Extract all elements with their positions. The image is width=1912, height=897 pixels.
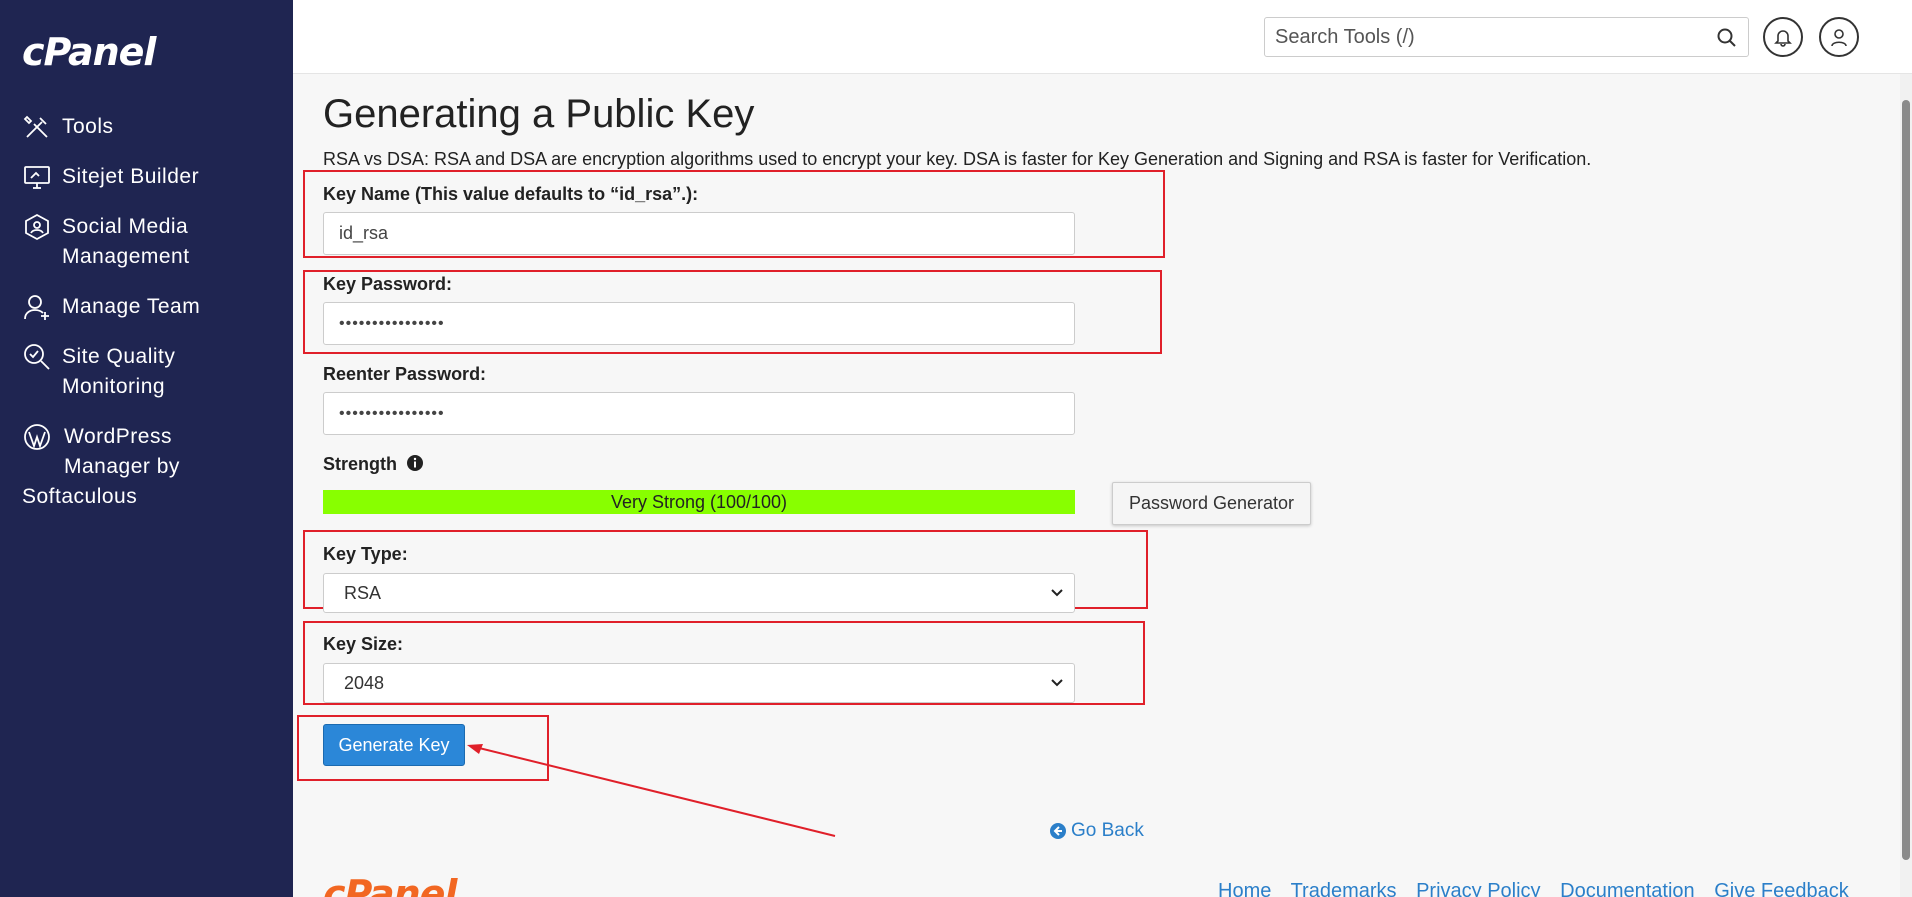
monitor-icon — [22, 162, 52, 192]
arrow-left-circle-icon — [1050, 823, 1066, 839]
search-icon[interactable] — [1716, 27, 1738, 49]
user-icon — [1831, 29, 1847, 47]
footer-link-give-feedback[interactable]: Give Feedback — [1714, 880, 1849, 897]
key-type-select[interactable]: RSA — [323, 573, 1075, 613]
strength-label: Strength — [323, 454, 424, 475]
key-password-label: Key Password: — [323, 274, 453, 294]
search-box[interactable] — [1264, 17, 1749, 57]
footer-link-privacy-policy[interactable]: Privacy Policy — [1416, 880, 1540, 897]
go-back-link[interactable]: Go Back — [1049, 820, 1144, 842]
footer-links: Home Trademarks Privacy Policy Documenta… — [1218, 880, 1863, 897]
sidebar-item-label: Sitejet Builder — [62, 165, 200, 188]
footer-link-trademarks[interactable]: Trademarks — [1291, 880, 1397, 897]
cpanel-logo[interactable]: cPanel — [22, 30, 156, 74]
bell-icon — [1774, 30, 1792, 47]
generate-key-button[interactable]: Generate Key — [323, 724, 465, 766]
key-password-input[interactable]: •••••••••••••••• — [323, 302, 1075, 345]
sidebar-item-site-quality[interactable]: Site Quality Monitoring — [22, 342, 282, 402]
sidebar: cPanel Tools Sitejet Builder Social Medi… — [0, 0, 293, 897]
sidebar-item-sitejet[interactable]: Sitejet Builder — [22, 162, 282, 192]
chevron-down-icon — [1051, 589, 1063, 597]
sidebar-item-social-media[interactable]: Social Media Management — [22, 212, 282, 272]
footer-link-documentation[interactable]: Documentation — [1560, 880, 1695, 897]
info-icon[interactable] — [406, 454, 424, 472]
social-icon — [22, 212, 52, 242]
sidebar-nav: Tools Sitejet Builder Social Media Manag… — [22, 112, 282, 532]
team-icon — [22, 292, 52, 322]
password-generator-button[interactable]: Password Generator — [1112, 482, 1311, 525]
sidebar-item-label-line3: Softaculous — [22, 485, 138, 508]
notifications-button[interactable] — [1763, 17, 1803, 57]
reenter-password-label: Reenter Password: — [323, 364, 487, 384]
key-size-label: Key Size: — [323, 634, 404, 654]
sidebar-item-label: Manage Team — [62, 295, 201, 318]
footer-link-home[interactable]: Home — [1218, 880, 1271, 897]
search-quality-icon — [22, 342, 52, 372]
sidebar-item-wordpress[interactable]: WordPress Manager by Softaculous — [22, 422, 282, 512]
sidebar-item-manage-team[interactable]: Manage Team — [22, 292, 282, 322]
user-menu-button[interactable] — [1819, 17, 1859, 57]
key-size-select[interactable]: 2048 — [323, 663, 1075, 703]
sidebar-item-label: Tools — [62, 115, 114, 138]
scrollbar-thumb[interactable] — [1902, 100, 1910, 860]
page-title: Generating a Public Key — [323, 92, 755, 136]
annotation-arrow — [467, 744, 836, 837]
key-name-label: Key Name (This value defaults to “id_rsa… — [323, 184, 699, 204]
key-type-label: Key Type: — [323, 544, 408, 564]
search-input[interactable] — [1265, 18, 1695, 56]
page-scrollbar[interactable] — [1900, 74, 1912, 897]
tools-icon — [22, 112, 52, 142]
password-strength-meter: Very Strong (100/100) — [323, 490, 1075, 514]
page-description: RSA vs DSA: RSA and DSA are encryption a… — [323, 149, 1592, 169]
top-header — [293, 0, 1912, 74]
sidebar-item-label: WordPress Manager by — [64, 425, 180, 478]
wordpress-icon — [22, 422, 52, 452]
sidebar-item-label: Social Media Management — [62, 215, 190, 268]
key-name-input[interactable] — [323, 212, 1075, 255]
footer-cpanel-logo: cPanel — [323, 872, 457, 897]
sidebar-item-label: Site Quality Monitoring — [62, 345, 176, 398]
reenter-password-input[interactable]: •••••••••••••••• — [323, 392, 1075, 435]
sidebar-item-tools[interactable]: Tools — [22, 112, 282, 142]
chevron-down-icon — [1051, 679, 1063, 687]
